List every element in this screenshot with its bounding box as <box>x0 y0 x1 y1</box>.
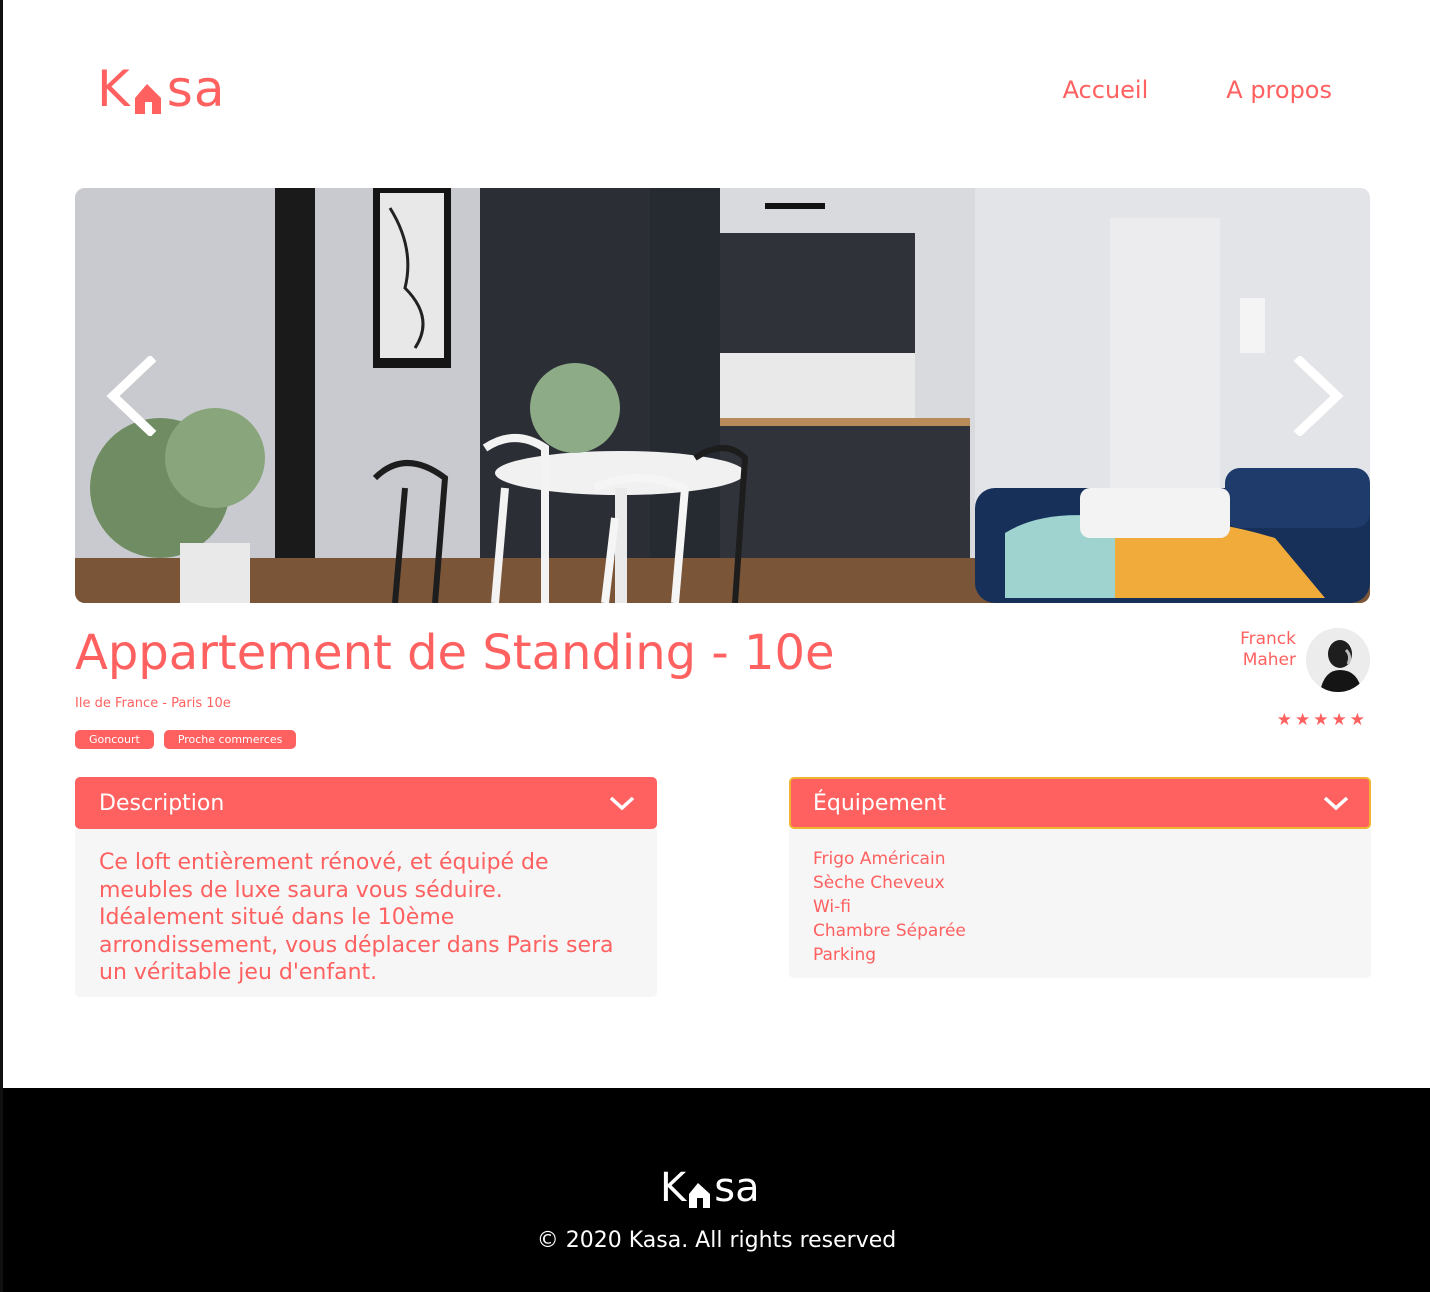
tag-proche-commerces: Proche commerces <box>163 730 297 749</box>
star-icon: ★ <box>1313 710 1332 730</box>
tag-list: Goncourt Proche commerces <box>75 730 297 749</box>
host-avatar <box>1306 628 1370 692</box>
apartment-photo <box>75 188 1370 603</box>
description-text: Ce loft entièrement rénové, et équipé de… <box>99 850 614 985</box>
star-icon: ★ <box>1276 710 1295 730</box>
chevron-right-icon <box>1293 354 1344 438</box>
equipment-toggle[interactable]: Équipement <box>789 777 1371 829</box>
footer-logo-letters-sa: sa <box>714 1165 760 1211</box>
logo-letters-sa: sa <box>166 60 226 118</box>
footer-logo-letter-k: K <box>660 1165 687 1211</box>
tag-goncourt: Goncourt <box>75 730 154 749</box>
footer: K sa © 2020 Kasa. All rights reserved <box>3 1088 1430 1292</box>
equipment-item: Parking <box>813 945 877 965</box>
equipment-item: Frigo Américain <box>813 849 946 869</box>
host-info: Franck Maher <box>1232 628 1370 692</box>
description-toggle[interactable]: Description <box>75 777 657 829</box>
chevron-down-icon <box>1323 796 1349 811</box>
footer-logo: K sa <box>660 1168 760 1208</box>
nav-link-a-propos[interactable]: A propos <box>1226 74 1332 106</box>
chevron-left-icon <box>106 354 157 438</box>
star-icon: ★ <box>1295 710 1314 730</box>
description-collapse: Description Ce loft entièrement rénové, … <box>75 777 657 997</box>
logo-letter-k: K <box>97 60 131 118</box>
equipment-item: Sèche Cheveux <box>813 873 945 893</box>
star-icon: ★ <box>1331 710 1350 730</box>
main-nav: Accueil A propos <box>1063 74 1332 106</box>
photo-carousel <box>75 188 1370 603</box>
equipment-item: Wi-fi <box>813 897 852 917</box>
equipment-title: Équipement <box>813 790 946 816</box>
rating-stars: ★★★★★ <box>1277 708 1368 732</box>
equipment-item: Chambre Séparée <box>813 921 966 941</box>
description-body: Ce loft entièrement rénové, et équipé de… <box>75 829 657 997</box>
description-title: Description <box>99 790 225 816</box>
equipment-body: Frigo Américain Sèche Cheveux Wi-fi Cham… <box>789 829 1371 978</box>
star-icon: ★ <box>1349 710 1368 730</box>
chevron-down-icon <box>609 796 635 811</box>
listing-title: Appartement de Standing - 10e <box>75 625 835 681</box>
house-icon <box>133 74 165 114</box>
host-name: Franck Maher <box>1232 629 1296 671</box>
house-icon <box>687 1176 713 1208</box>
copyright-text: © 2020 Kasa. All rights reserved <box>536 1228 897 1253</box>
listing-location: Ile de France - Paris 10e <box>75 696 231 711</box>
kasa-logo[interactable]: K sa <box>97 58 226 114</box>
host-first-name: Franck <box>1240 629 1296 649</box>
equipment-collapse: Équipement Frigo Américain Sèche Cheveux… <box>789 777 1371 978</box>
nav-link-accueil[interactable]: Accueil <box>1063 74 1149 106</box>
carousel-prev-button[interactable] <box>105 354 165 438</box>
host-last-name: Maher <box>1242 650 1296 670</box>
carousel-next-button[interactable] <box>1285 354 1345 438</box>
